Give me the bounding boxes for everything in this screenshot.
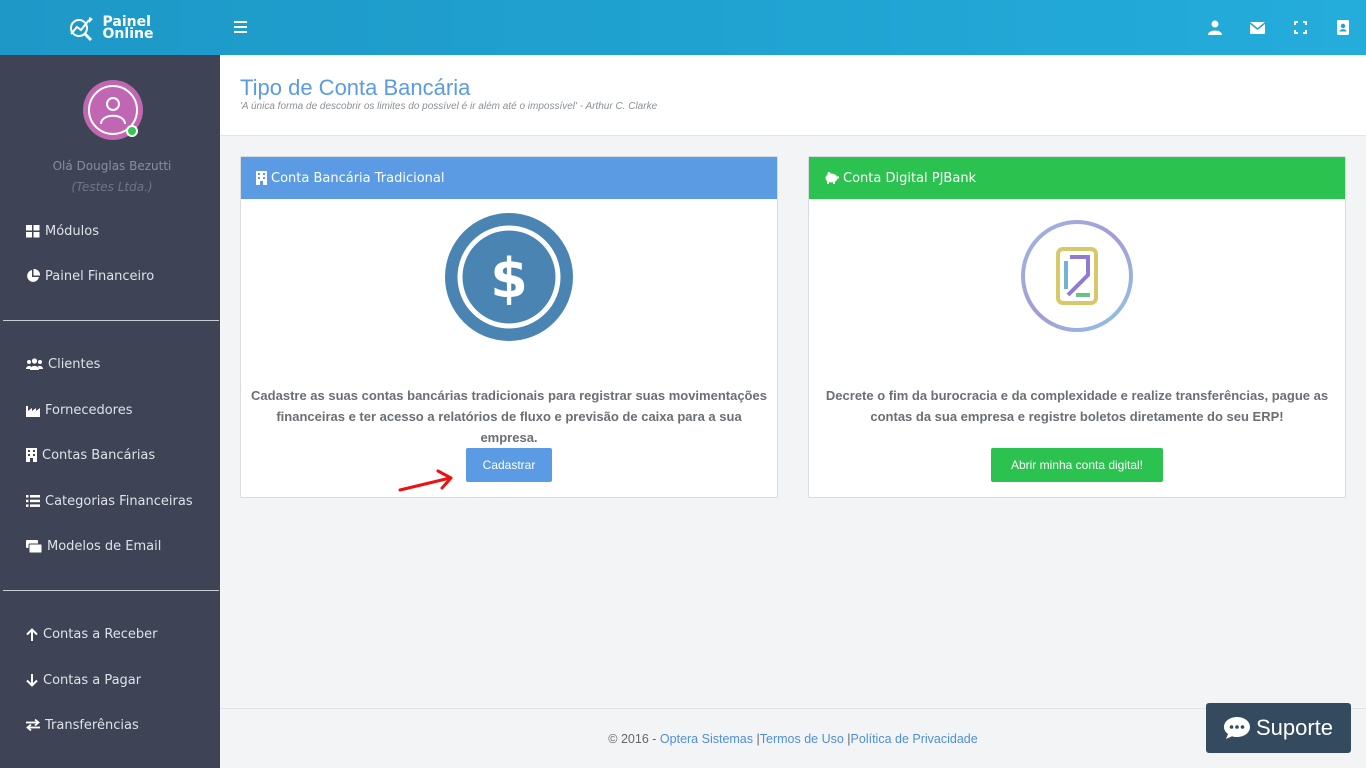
main-content: Tipo de Conta Bancária 'A única forma de…	[220, 55, 1366, 768]
sidebar-item-transferencias[interactable]: Transferências	[26, 715, 139, 735]
logo-chart-icon	[69, 16, 93, 41]
card-description: Cadastre as suas contas bancárias tradic…	[251, 388, 767, 445]
page-header: Tipo de Conta Bancária 'A única forma de…	[220, 55, 1366, 136]
sidebar-item-fornecedores[interactable]: Fornecedores	[26, 400, 133, 420]
brand-logo[interactable]: Painel Online	[0, 0, 220, 55]
envelope-stack-icon	[26, 539, 42, 553]
sidebar-item-modulos[interactable]: Módulos	[26, 221, 99, 241]
sidebar-divider	[3, 320, 219, 321]
sidebar-item-label: Transferências	[45, 717, 139, 733]
card-description: Decrete o fim da burocracia e da complex…	[825, 388, 1329, 424]
sidebar-item-label: Modelos de Email	[47, 538, 162, 554]
sidebar-divider	[3, 590, 219, 591]
sidebar-item-contas-bancarias[interactable]: Contas Bancárias	[26, 445, 155, 465]
page-title: Tipo de Conta Bancária	[240, 75, 471, 100]
sidebar-item-label: Módulos	[45, 223, 99, 239]
card-header: Conta Bancária Tradicional	[241, 157, 777, 199]
arrow-up-icon	[26, 627, 38, 641]
sidebar-item-label: Categorias Financeiras	[45, 493, 193, 509]
sidebar-item-label: Contas a Receber	[43, 626, 158, 642]
sidebar-item-clientes[interactable]: Clientes	[26, 354, 100, 374]
exchange-icon	[26, 719, 40, 731]
arrow-down-icon	[26, 673, 38, 687]
building-icon	[26, 448, 37, 462]
support-button[interactable]: Suporte	[1206, 703, 1351, 753]
sidebar-item-label: Contas Bancárias	[42, 447, 156, 463]
sidebar-item-contas-a-receber[interactable]: Contas a Receber	[26, 624, 158, 644]
sidebar-item-label: Fornecedores	[45, 402, 133, 418]
footer-link-termos[interactable]: Termos de Uso	[760, 732, 844, 746]
piggy-bank-icon	[825, 172, 839, 184]
users-icon	[26, 358, 43, 370]
sidebar-item-label: Clientes	[48, 356, 101, 372]
card-title: Conta Digital PJBank	[843, 170, 977, 186]
page-quote: 'A única forma de descobrir os limites d…	[240, 101, 658, 112]
envelope-icon[interactable]	[1249, 19, 1266, 36]
menu-toggle-icon[interactable]	[234, 18, 248, 36]
card-header: Conta Digital PJBank	[809, 157, 1345, 199]
grid-icon	[26, 224, 40, 237]
footer-copyright: © 2016 -	[608, 732, 657, 746]
sidebar: Olá Douglas Bezutti (Testes Ltda.) Módul…	[0, 55, 220, 768]
sidebar-item-categorias-financeiras[interactable]: Categorias Financeiras	[26, 491, 193, 511]
list-icon	[26, 495, 40, 507]
online-status-dot	[126, 125, 138, 137]
card-title: Conta Bancária Tradicional	[271, 170, 445, 186]
address-book-icon[interactable]	[1335, 19, 1352, 36]
dollar-coin-icon: $	[445, 213, 573, 341]
support-label: Suporte	[1255, 715, 1334, 740]
chat-bubble-icon	[1223, 717, 1250, 739]
cadastrar-button[interactable]: Cadastrar	[466, 448, 552, 482]
pie-chart-icon	[27, 269, 40, 282]
avatar[interactable]	[83, 80, 143, 140]
top-bar: Painel Online	[0, 0, 1366, 55]
red-arrow-annotation	[398, 469, 453, 492]
user-silhouette-icon	[100, 97, 126, 125]
svg-text:$: $	[490, 247, 528, 310]
industry-icon	[26, 405, 40, 417]
card-conta-digital: Conta Digital PJBank Decrete o fim da bu…	[808, 156, 1346, 498]
footer-link-optera[interactable]: Optera Sistemas	[660, 732, 753, 746]
pjbank-logo-icon	[1021, 220, 1133, 332]
sidebar-item-painel-financeiro[interactable]: Painel Financeiro	[26, 266, 154, 286]
abrir-conta-digital-button[interactable]: Abrir minha conta digital!	[991, 448, 1163, 482]
sidebar-item-label: Contas a Pagar	[43, 672, 142, 688]
sidebar-item-contas-a-pagar[interactable]: Contas a Pagar	[26, 670, 141, 690]
user-greeting: Olá Douglas Bezutti	[52, 159, 172, 173]
footer-link-privacidade[interactable]: Política de Privacidade	[851, 732, 978, 746]
fullscreen-icon[interactable]	[1292, 19, 1309, 36]
user-company: (Testes Ltda.)	[71, 180, 153, 194]
sidebar-item-label: Painel Financeiro	[45, 268, 155, 284]
user-icon[interactable]	[1206, 19, 1223, 36]
brand-name: Painel Online	[102, 13, 154, 42]
footer: © 2016 - Optera Sistemas |Termos de Uso …	[220, 708, 1366, 768]
card-conta-tradicional: Conta Bancária Tradicional $ Cadastre as…	[240, 156, 778, 498]
building-icon	[256, 171, 267, 185]
sidebar-item-modelos-de-email[interactable]: Modelos de Email	[26, 536, 161, 556]
